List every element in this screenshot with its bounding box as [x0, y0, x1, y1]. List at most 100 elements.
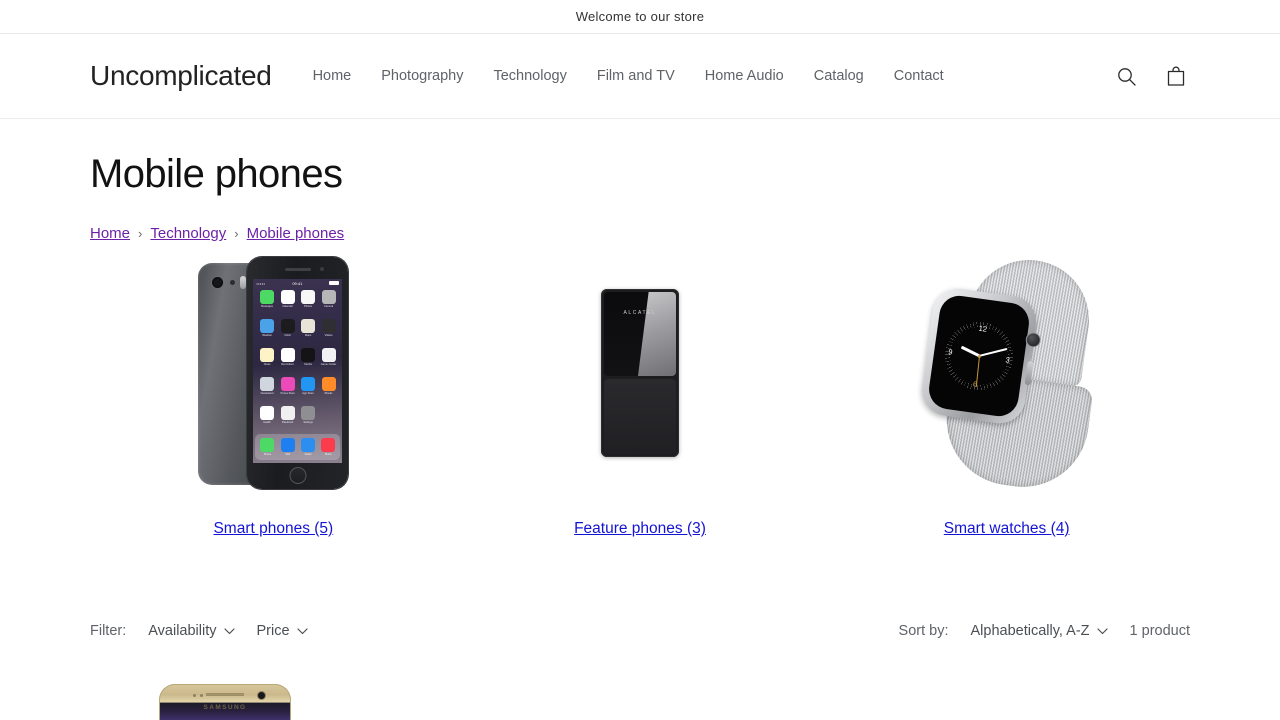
- iphone-front-shell: ••••• 09:41 Messages Calendar Photos Camera…: [247, 257, 349, 489]
- alcatel-illustration: ALCATEL: [600, 289, 679, 457]
- app-icon-settings: Settings: [298, 406, 318, 434]
- home-button-icon: [289, 467, 307, 484]
- rear-camera-icon: [212, 277, 224, 288]
- collection-link-smart-watches[interactable]: Smart watches (4): [944, 520, 1070, 538]
- app-dock: Phone Mail Safari Music: [255, 434, 341, 460]
- app-label: Stocks: [304, 363, 312, 366]
- app-icon-mail: Mail: [278, 438, 298, 456]
- app-icon-safari: Safari: [298, 438, 318, 456]
- watch-numeral-12: 12: [977, 323, 988, 334]
- filter-availability[interactable]: Availability: [148, 623, 235, 639]
- app-label: Maps: [304, 334, 312, 337]
- note-music-icon: [321, 438, 336, 452]
- app-label: Reminders: [281, 363, 294, 366]
- breadcrumb-separator-icon: ›: [138, 226, 143, 241]
- collection-grid: ••••• 09:41 Messages Calendar Photos Camera…: [90, 248, 1190, 538]
- earpiece-icon: [284, 268, 311, 271]
- flash-icon: [240, 276, 247, 289]
- product-image-samsung-galaxy: SAMSUNG: [159, 684, 291, 720]
- breadcrumb-item-home[interactable]: Home: [90, 225, 130, 242]
- app-icon-weather: Weather: [257, 319, 277, 347]
- appstore-icon: [301, 377, 316, 391]
- nav-item-home[interactable]: Home: [313, 68, 352, 84]
- app-icon-calendar: Calendar: [278, 290, 298, 318]
- app-icon-messages: Messages: [257, 290, 277, 318]
- chevron-down-icon: [296, 627, 308, 634]
- breadcrumb-item-mobile-phones[interactable]: Mobile phones: [247, 225, 345, 242]
- sort-label: Sort by:: [898, 623, 949, 639]
- heart-icon: [260, 406, 275, 420]
- apple-watch-illustration: 12 3 6 9: [917, 252, 1097, 496]
- breadcrumb-item-technology[interactable]: Technology: [150, 225, 226, 242]
- collection-card-smart-watches[interactable]: 12 3 6 9 Smart watches (4): [823, 248, 1190, 538]
- app-label: Videos: [324, 334, 333, 337]
- light-sensor-icon: [200, 694, 203, 697]
- app-grid: Messages Calendar Photos Camera Weather Clock…: [253, 287, 342, 434]
- app-label: Mail: [285, 453, 291, 456]
- collection-image-smart-watches: 12 3 6 9: [823, 248, 1190, 498]
- app-label: Passbook: [281, 421, 294, 424]
- app-icon-itunes-store: iTunes Store: [278, 377, 298, 405]
- alcatel-brand-label: ALCATEL: [623, 310, 657, 316]
- app-label: Messages: [261, 305, 273, 308]
- collection-card-smart-phones[interactable]: ••••• 09:41 Messages Calendar Photos Camera…: [90, 248, 457, 538]
- breadcrumb: Home › Technology › Mobile phones: [90, 225, 1190, 242]
- nav-item-photography[interactable]: Photography: [381, 68, 463, 84]
- nav-item-home-audio[interactable]: Home Audio: [705, 68, 784, 84]
- cart-button[interactable]: [1162, 62, 1190, 90]
- watch-center-pin-icon: [976, 354, 981, 358]
- samsung-brand-label: SAMSUNG: [203, 704, 247, 711]
- main-navigation: Home Photography Technology Film and TV …: [313, 68, 944, 84]
- calendar-icon: [280, 290, 295, 304]
- app-icon-reminders: Reminders: [278, 348, 298, 376]
- app-label: Weather: [262, 334, 272, 337]
- app-icon-ibooks: iBooks: [319, 377, 339, 405]
- collection-card-feature-phones[interactable]: ALCATEL Feature phones (3): [457, 248, 824, 538]
- nav-item-technology[interactable]: Technology: [493, 68, 566, 84]
- app-icon-game-center: Game Center: [319, 348, 339, 376]
- sort-select[interactable]: Alphabetically, A-Z: [971, 623, 1108, 639]
- collection-link-feature-phones[interactable]: Feature phones (3): [574, 520, 706, 538]
- app-label: Game Center: [320, 363, 337, 366]
- bubble-icon: [260, 290, 275, 304]
- nav-item-contact[interactable]: Contact: [894, 68, 944, 84]
- collection-link-smart-phones[interactable]: Smart phones (5): [213, 520, 333, 538]
- product-card[interactable]: SAMSUNG: [90, 684, 360, 720]
- front-camera-icon: [258, 692, 265, 699]
- shopping-bag-icon: [1167, 66, 1185, 86]
- flower-icon: [301, 290, 316, 304]
- gear-icon: [301, 406, 316, 420]
- note-music-icon: [280, 377, 295, 391]
- filter-price[interactable]: Price: [257, 623, 308, 639]
- bubbles-icon: [321, 348, 336, 362]
- app-label: Settings: [303, 421, 313, 424]
- site-logo[interactable]: Uncomplicated: [90, 60, 272, 92]
- chart-icon: [301, 348, 316, 362]
- watch-numeral-9: 9: [947, 347, 953, 357]
- chevron-down-icon: [223, 627, 235, 634]
- app-label: Notes: [263, 363, 271, 366]
- main-content: Mobile phones Home › Technology › Mobile…: [0, 152, 1280, 720]
- app-icon-photos: Photos: [298, 290, 318, 318]
- header-actions: [1112, 62, 1190, 90]
- app-label: Music: [324, 453, 332, 456]
- alcatel-gloss-highlight: [637, 292, 676, 376]
- app-label: Safari: [304, 453, 312, 456]
- app-label: Phone: [263, 453, 272, 456]
- app-icon-clock: Clock: [278, 319, 298, 347]
- book-icon: [321, 377, 336, 391]
- empty-icon: [322, 406, 336, 420]
- app-label: Health: [263, 421, 271, 424]
- chevron-down-icon: [1096, 627, 1108, 634]
- search-button[interactable]: [1112, 62, 1140, 90]
- watch-dial: 12 3 6 9: [936, 314, 1021, 398]
- iphone-illustration: ••••• 09:41 Messages Calendar Photos Camera…: [198, 257, 349, 489]
- search-icon: [1117, 67, 1136, 86]
- map-icon: [301, 319, 316, 333]
- nav-item-film-and-tv[interactable]: Film and TV: [597, 68, 675, 84]
- battery-icon: [329, 281, 340, 285]
- iphone-screen: ••••• 09:41 Messages Calendar Photos Camera…: [253, 279, 343, 463]
- nav-item-catalog[interactable]: Catalog: [814, 68, 864, 84]
- filter-group: Filter: Availability Price: [90, 623, 308, 639]
- site-header: Uncomplicated Home Photography Technolog…: [0, 34, 1280, 119]
